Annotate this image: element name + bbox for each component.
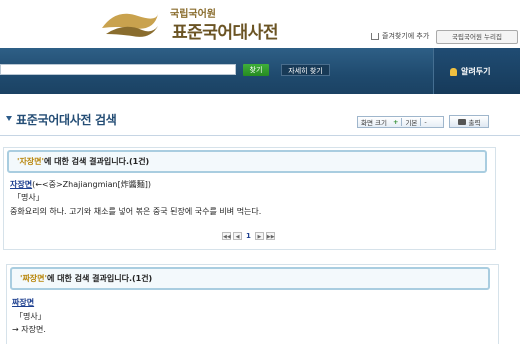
part-of-speech: 「명사」 <box>15 312 46 321</box>
pagination: ◀◀ ◀ 1 ▶ ▶▶ <box>222 231 275 240</box>
search-button[interactable]: 찾기 <box>243 64 269 76</box>
headword-link[interactable]: 자장면 <box>10 180 32 189</box>
zoom-out-button[interactable]: - <box>421 118 429 126</box>
advanced-search-button[interactable]: 자세히 찾기 <box>281 64 330 76</box>
title-arrow-icon <box>6 116 12 121</box>
headword-link[interactable]: 짜장면 <box>12 298 34 307</box>
logo-title[interactable]: 표준국어대사전 <box>172 18 278 43</box>
last-page-button[interactable]: ▶▶ <box>265 231 275 240</box>
result-summary: '짜장면'에 대한 검색 결과입니다.(1건) <box>10 267 490 290</box>
title-divider <box>0 135 520 136</box>
zoom-in-button[interactable]: + <box>390 118 401 126</box>
notice-link[interactable]: 알려두기 <box>450 66 490 77</box>
site-link-button[interactable]: 국립국어원 누리집 <box>436 30 518 44</box>
logo-emblem-icon <box>102 13 158 37</box>
entry-headline: 자장면(←<중>Zhajiangmian[炸醬麵]) <box>10 179 151 190</box>
query-term: '짜장면' <box>20 274 47 283</box>
prev-page-button[interactable]: ◀ <box>233 231 242 240</box>
definition-text: 중화요리의 하나. 고기와 채소를 넣어 볶은 중국 된장에 국수를 비벼 먹는… <box>10 207 262 216</box>
zoom-default-button[interactable]: 기본 <box>402 117 420 127</box>
zoom-controls: 화면 크기 + 기본 - <box>357 116 444 128</box>
summary-text: 에 대한 검색 결과입니다.(1건) <box>43 157 150 166</box>
notice-label: 알려두기 <box>461 67 491 76</box>
print-label: 출력 <box>468 118 481 127</box>
bookmark-label: 즐겨찾기에 추가 <box>382 32 430 40</box>
download-icon <box>371 32 379 40</box>
cross-reference: → 자장면. <box>12 325 46 334</box>
summary-text: 에 대한 검색 결과입니다.(1건) <box>46 274 153 283</box>
origin-text: (←<중>Zhajiangmian[炸醬麵]) <box>32 180 151 189</box>
part-of-speech: 「명사」 <box>13 193 44 202</box>
bell-icon <box>450 67 457 76</box>
next-page-button[interactable]: ▶ <box>254 231 264 240</box>
printer-icon <box>457 118 466 125</box>
page-title: 표준국어대사전 검색 <box>16 113 117 127</box>
first-page-button[interactable]: ◀◀ <box>222 231 231 240</box>
bookmark-link[interactable]: 즐겨찾기에 추가 <box>371 31 429 41</box>
zoom-label: 화면 크기 <box>361 119 387 127</box>
result-summary: '자장면'에 대한 검색 결과입니다.(1건) <box>7 150 487 173</box>
search-input[interactable] <box>0 64 236 75</box>
query-term: '자장면' <box>17 157 44 166</box>
print-button[interactable]: 출력 <box>449 115 489 128</box>
current-page[interactable]: 1 <box>244 232 253 240</box>
entry-headline: 짜장면 <box>12 297 34 308</box>
